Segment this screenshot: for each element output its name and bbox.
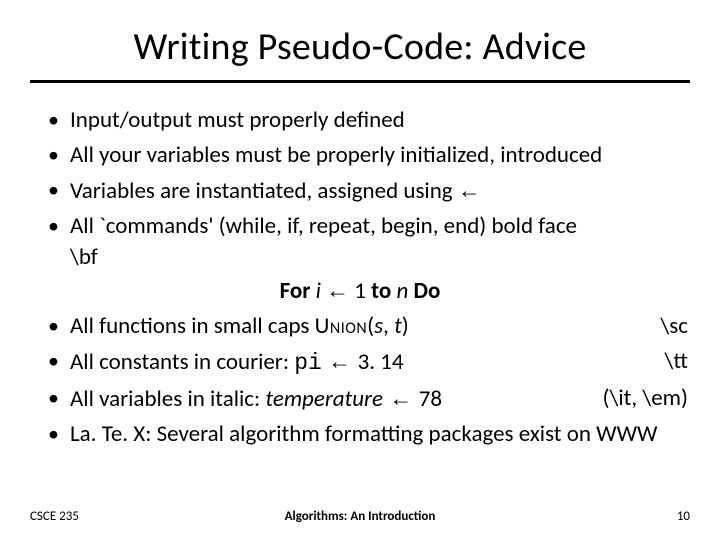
list-item: All variables in italic: temperature ← 7… (48, 383, 688, 415)
var-i: i (310, 277, 326, 305)
left-arrow-icon: ← (322, 348, 358, 374)
bullet-text: All variables in italic: (70, 385, 265, 413)
footer: CSCE 235 Algorithms: An Introduction 10 (0, 509, 720, 524)
const-val: 3. 14 (358, 348, 404, 376)
bullet-text: All `commands' (while, if, repeat, begin… (70, 212, 577, 240)
list-item: Input/output must properly defined (48, 105, 688, 136)
latex-tt: \tt (665, 346, 688, 377)
left-arrow-icon: ← (326, 277, 349, 303)
bullet-text: \bf (70, 243, 98, 271)
bullet-text: Input/output must properly defined (70, 106, 405, 134)
arg-s: s (374, 312, 383, 340)
slide-title: Writing Pseudo-Code: Advice (30, 18, 690, 83)
keyword-for: For (280, 277, 311, 305)
func-union: Union (315, 312, 368, 340)
left-arrow-icon: ← (383, 385, 419, 411)
bullet-text: Variables are instantiated, assigned usi… (70, 177, 458, 205)
left-arrow-icon: ← (458, 177, 481, 203)
keyword-to: to (371, 277, 391, 305)
list-item: La. Te. X: Several algorithm formatting … (48, 419, 688, 450)
bullet-text: All constants in courier: (70, 348, 294, 376)
bullet-text: La. Te. X: Several algorithm formatting … (70, 420, 658, 448)
latex-it-em: (\it, \em) (603, 383, 688, 414)
for-loop-example: For i ← 1 to n Do (30, 277, 690, 305)
literal-one: 1 (349, 277, 371, 305)
footer-center: Algorithms: An Introduction (0, 509, 720, 524)
keyword-do: Do (414, 277, 441, 305)
slide: Writing Pseudo-Code: Advice Input/output… (0, 0, 720, 540)
bullet-list: Input/output must properly defined All y… (30, 105, 690, 273)
comma: , (383, 312, 394, 340)
bullet-text: All your variables must be properly init… (70, 141, 602, 169)
bullet-text: All functions in small caps (70, 312, 315, 340)
list-item: Variables are instantiated, assigned usi… (48, 175, 688, 207)
const-pi: pi (294, 350, 322, 376)
paren-close: ) (402, 312, 409, 340)
var-val: 78 (419, 385, 442, 413)
var-temperature: temperature (265, 385, 383, 413)
latex-sc: \sc (660, 311, 688, 342)
list-item: All `commands' (while, if, repeat, begin… (48, 211, 688, 273)
list-item: All constants in courier: pi ← 3. 14 \tt (48, 346, 688, 379)
list-item: All functions in small caps Union(s, t) … (48, 311, 688, 342)
bullet-list-2: All functions in small caps Union(s, t) … (30, 311, 690, 450)
var-n: n (391, 277, 413, 305)
arg-t: t (394, 312, 402, 340)
list-item: All your variables must be properly init… (48, 140, 688, 171)
